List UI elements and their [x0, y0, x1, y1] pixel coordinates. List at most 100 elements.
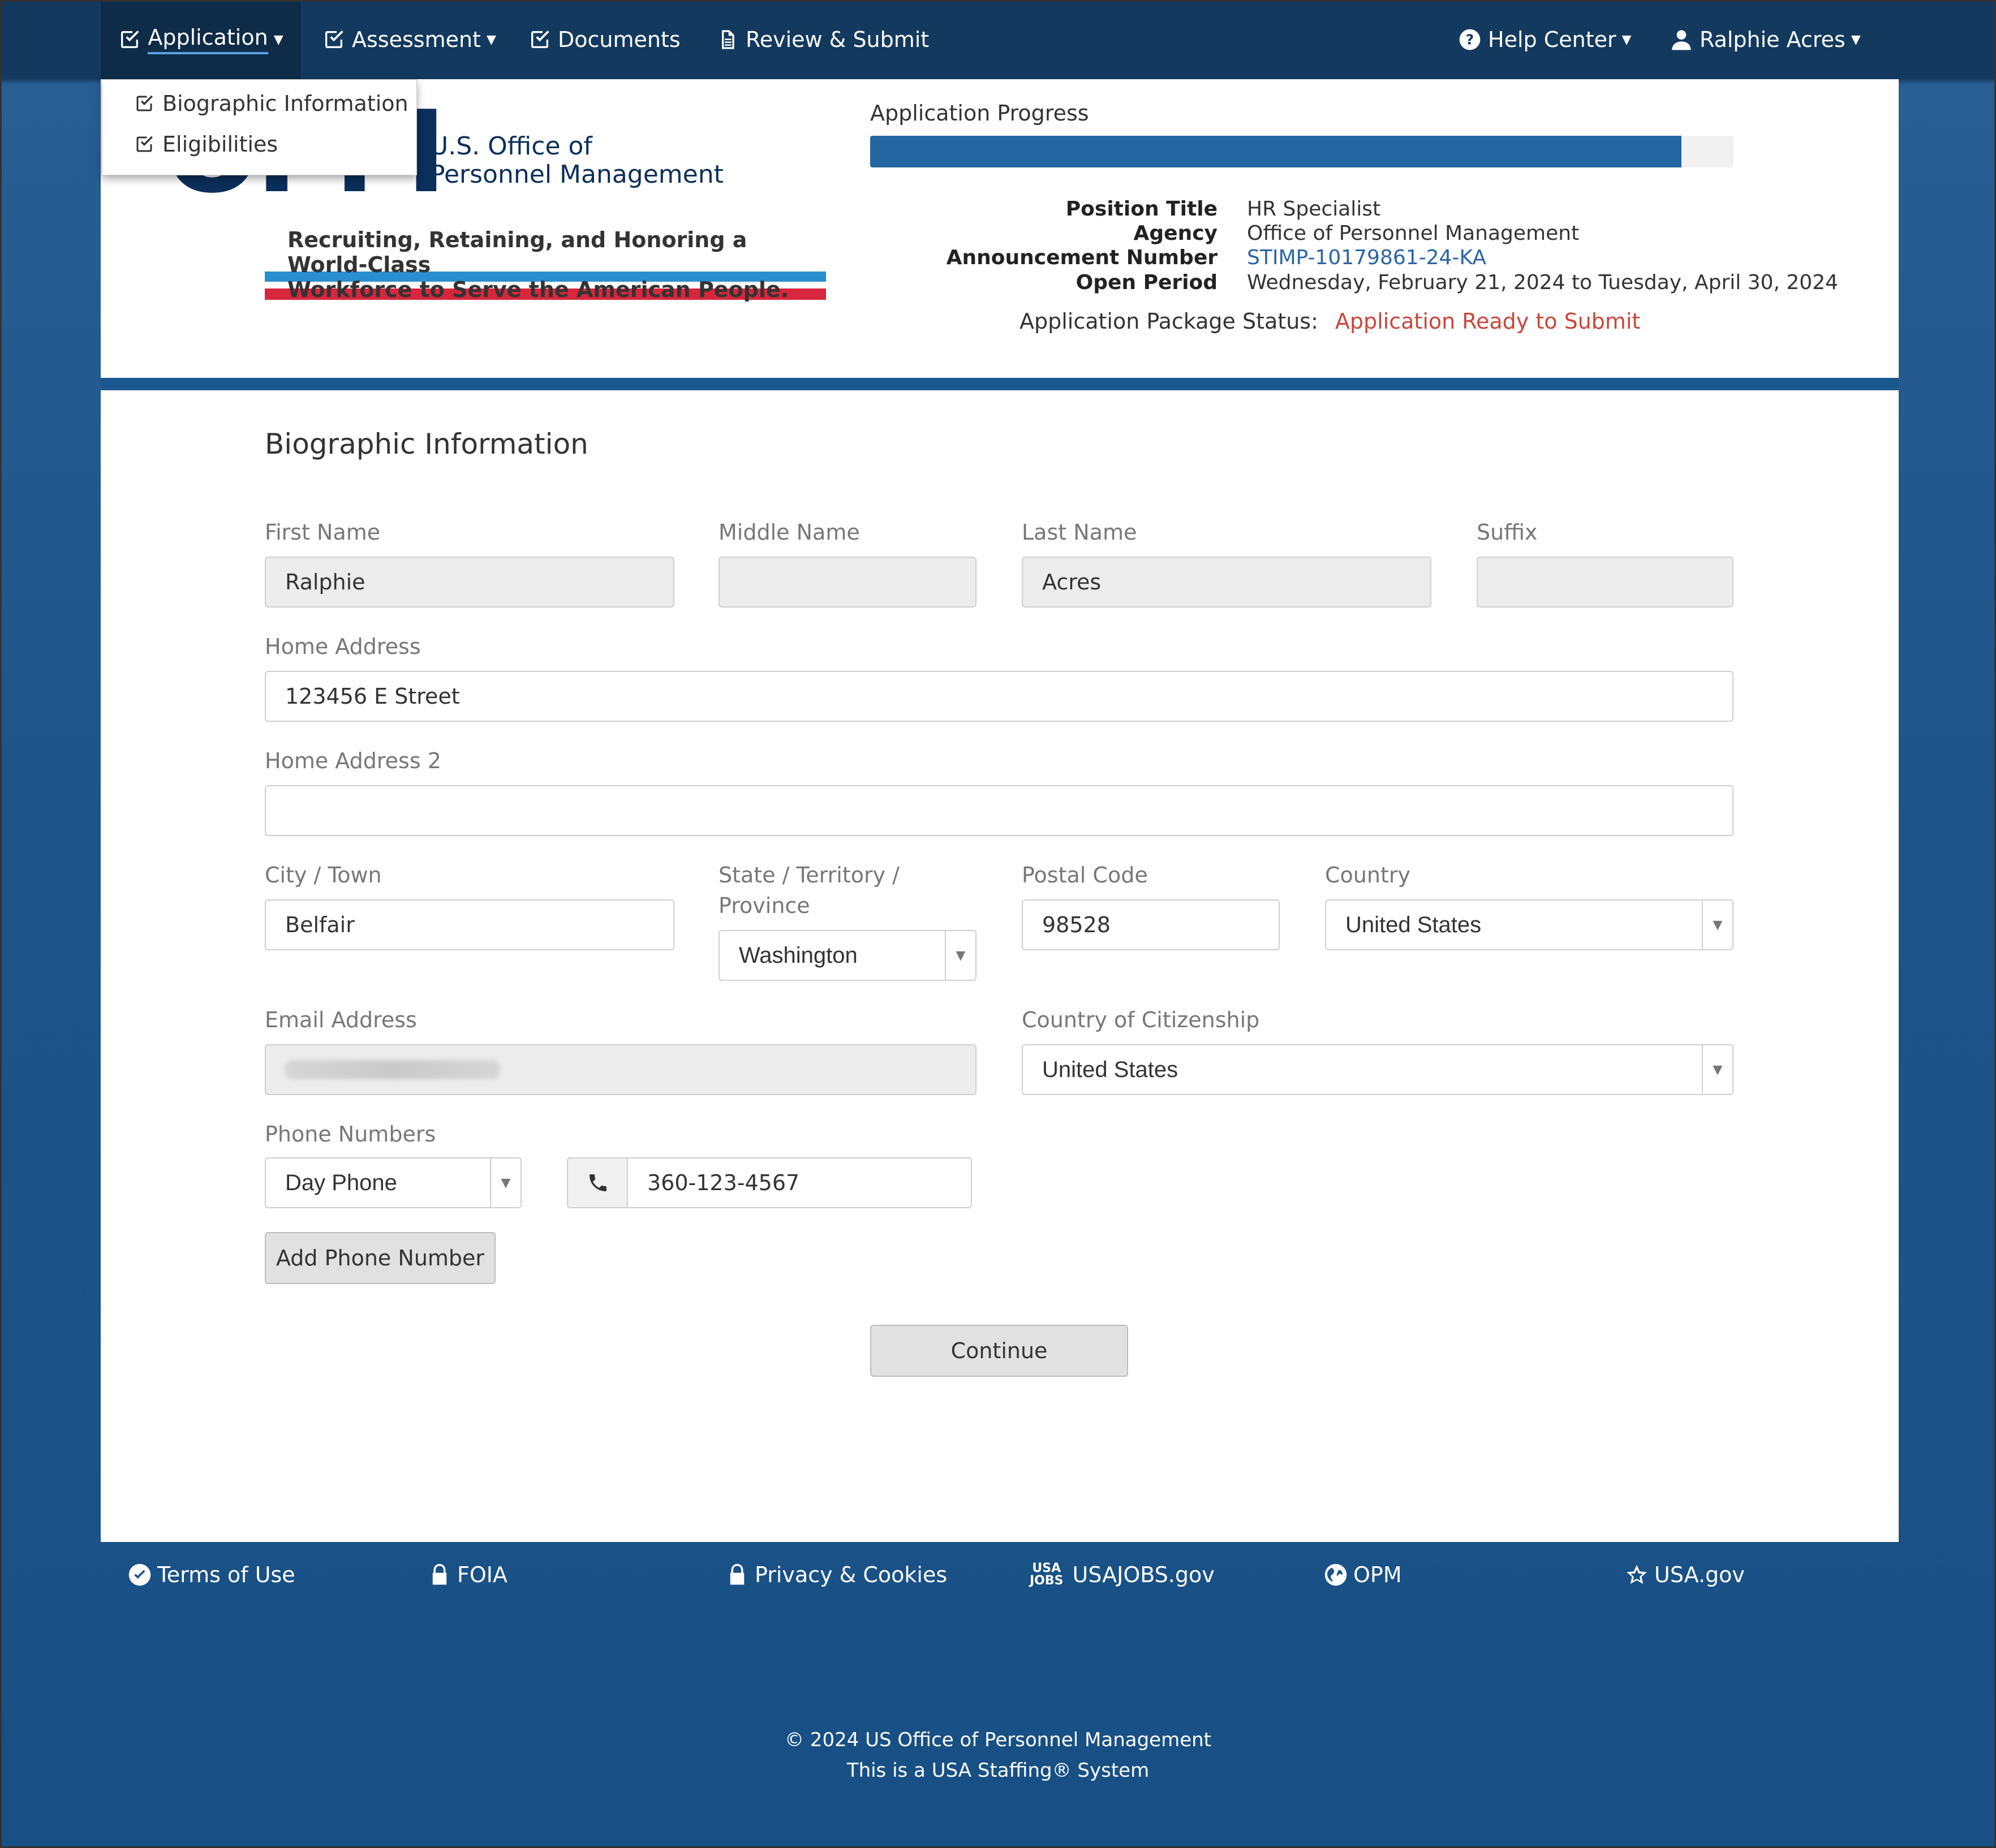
caret-down-icon: ▼: [486, 32, 496, 47]
nav-help-label: Help Center: [1488, 27, 1616, 52]
email-field[interactable]: [265, 1044, 977, 1095]
menu-item-label: Biographic Information: [162, 91, 408, 116]
globe-icon: [1324, 1563, 1347, 1586]
chevron-down-icon: ▼: [490, 1158, 520, 1207]
state-select[interactable]: Washington ▼: [719, 930, 977, 981]
top-navbar: Application ▼ Assessment ▼ Documents Rev…: [0, 0, 1996, 79]
announcement-label: Announcement Number: [946, 246, 1218, 269]
home-address2-field[interactable]: [265, 785, 1733, 836]
package-status-label: Application Package Status:: [1019, 309, 1318, 334]
postal-code-label: Postal Code: [1022, 863, 1148, 888]
open-period-value: Wednesday, February 21, 2024 to Tuesday,…: [1247, 271, 1839, 294]
nav-review-label: Review & Submit: [746, 27, 930, 52]
first-name-field[interactable]: Ralphie: [265, 557, 674, 608]
announcement-link[interactable]: STIMP-10179861-24-KA: [1247, 245, 1486, 270]
phone-type-select[interactable]: Day Phone ▼: [265, 1157, 522, 1208]
footer-usagov-link[interactable]: USA.gov: [1625, 1562, 1745, 1587]
opm-logo-name: U.S. Office of Personnel Management: [430, 132, 724, 189]
nav-assessment[interactable]: Assessment ▼: [322, 0, 496, 79]
footer-foia-link[interactable]: FOIA: [428, 1562, 507, 1587]
country-label: Country: [1325, 863, 1410, 888]
state-label: State / Territory / Province: [719, 860, 900, 921]
footer-opm-link[interactable]: OPM: [1324, 1562, 1402, 1587]
chevron-down-icon: ▼: [1702, 901, 1732, 949]
footer-foia-label: FOIA: [457, 1562, 507, 1587]
last-name-field[interactable]: Acres: [1022, 557, 1431, 608]
caret-down-icon: ▼: [1621, 32, 1632, 47]
tagline-line2: Workforce to Serve the American People.: [287, 277, 789, 302]
position-title-value: HR Specialist: [1247, 197, 1381, 221]
progress-bar: [870, 136, 1733, 167]
chevron-down-icon: ▼: [945, 931, 975, 980]
suffix-label: Suffix: [1477, 520, 1538, 545]
usajobs-icon: USA JOBS: [1030, 1562, 1064, 1587]
tagline-line1: Recruiting, Retaining, and Honoring a Wo…: [287, 227, 747, 277]
menu-item-label: Eligibilities: [162, 132, 278, 157]
phone-type-value: Day Phone: [285, 1170, 397, 1195]
redacted-email: [285, 1060, 500, 1079]
footer-usagov-label: USA.gov: [1654, 1562, 1745, 1587]
footer-terms-link[interactable]: Terms of Use: [128, 1562, 295, 1587]
footer-usajobs-link[interactable]: USA JOBS USAJOBS.gov: [1030, 1562, 1215, 1588]
citizenship-select-value: United States: [1042, 1057, 1178, 1082]
first-name-label: First Name: [265, 520, 381, 545]
package-status: Application Package Status: Application R…: [1019, 309, 1640, 334]
caret-down-icon: ▼: [1851, 32, 1861, 47]
agency-label: Agency: [1133, 222, 1218, 245]
city-label: City / Town: [265, 863, 382, 888]
checkbox-checked-icon: [136, 136, 153, 152]
menu-item-biographic-information[interactable]: Biographic Information: [134, 91, 408, 116]
checkbox-checked-icon: [136, 95, 153, 111]
continue-button[interactable]: Continue: [870, 1325, 1128, 1377]
open-period-label: Open Period: [1076, 271, 1218, 294]
home-address-label: Home Address: [265, 634, 421, 659]
footer-privacy-label: Privacy & Cookies: [755, 1562, 948, 1587]
state-label-line2: Province: [719, 893, 810, 918]
state-label-line1: State / Territory /: [719, 863, 900, 888]
suffix-field[interactable]: [1477, 557, 1733, 608]
opm-name-line1: U.S. Office of: [430, 132, 592, 161]
footer-privacy-link[interactable]: Privacy & Cookies: [725, 1562, 947, 1587]
checkbox-checked-icon: [531, 31, 549, 48]
usajobs-mark-line2: JOBS: [1030, 1574, 1064, 1588]
section-title: Biographic Information: [265, 428, 588, 460]
country-select[interactable]: United States ▼: [1325, 899, 1733, 950]
nav-documents-label: Documents: [558, 27, 681, 52]
user-icon: [1672, 30, 1691, 50]
lock-icon: [432, 1563, 447, 1585]
email-label: Email Address: [265, 1007, 417, 1032]
document-icon: [722, 30, 734, 49]
postal-code-field[interactable]: 98528: [1022, 899, 1280, 950]
biographic-form: Biographic Information First Name Ralphi…: [101, 390, 1899, 1542]
application-dropdown-menu: Biographic Information Eligibilities: [102, 79, 417, 175]
chevron-down-icon: ▼: [1702, 1045, 1732, 1094]
checkbox-checked-icon: [121, 31, 140, 48]
nav-application-label: Application: [148, 25, 268, 54]
nav-documents[interactable]: Documents: [528, 0, 681, 79]
phone-number-field[interactable]: 360-123-4567: [627, 1157, 972, 1208]
nav-help-center[interactable]: ? Help Center ▼: [1459, 0, 1632, 79]
menu-item-eligibilities[interactable]: Eligibilities: [134, 132, 278, 157]
country-select-value: United States: [1345, 912, 1482, 937]
usajobs-mark-line1: USA: [1032, 1561, 1061, 1575]
add-phone-number-button[interactable]: Add Phone Number: [265, 1232, 496, 1284]
middle-name-field[interactable]: [719, 557, 977, 608]
package-status-value: Application Ready to Submit: [1335, 309, 1641, 334]
lock-icon: [730, 1563, 745, 1585]
nav-user-menu[interactable]: Ralphie Acres ▼: [1670, 0, 1861, 79]
opm-tagline: Recruiting, Retaining, and Honoring a Wo…: [287, 227, 797, 302]
caret-down-icon: ▼: [273, 32, 283, 47]
middle-name-label: Middle Name: [719, 520, 860, 545]
citizenship-select[interactable]: United States ▼: [1022, 1044, 1733, 1095]
footer-usajobs-label: USAJOBS.gov: [1072, 1562, 1215, 1587]
city-field[interactable]: Belfair: [265, 899, 674, 950]
home-address-field[interactable]: 123456 E Street: [265, 671, 1733, 722]
svg-text:?: ?: [1466, 31, 1474, 48]
nav-review-submit[interactable]: Review & Submit: [716, 0, 929, 79]
nav-application[interactable]: Application ▼: [101, 0, 301, 79]
home-address2-label: Home Address 2: [265, 748, 441, 773]
opm-name-line2: Personnel Management: [430, 160, 724, 189]
last-name-label: Last Name: [1022, 520, 1137, 545]
check-circle-icon: [128, 1563, 151, 1586]
position-title-label: Position Title: [1065, 197, 1218, 221]
